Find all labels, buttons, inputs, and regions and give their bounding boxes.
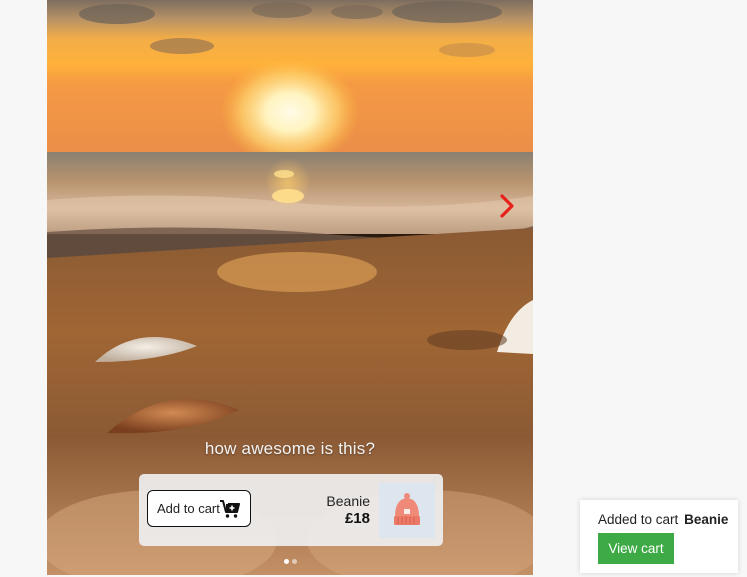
beanie-icon <box>394 493 420 525</box>
slide-indicator <box>47 559 533 564</box>
product-price: £18 <box>344 510 370 527</box>
toast-item-name: Beanie <box>684 512 729 527</box>
page: how awesome is this? Add to cart Beanie … <box>0 0 747 577</box>
toast-message: Added to cart Beanie <box>598 512 728 527</box>
product-thumbnail[interactable] <box>379 483 435 538</box>
chevron-right-icon[interactable] <box>495 192 519 220</box>
story-viewer[interactable]: how awesome is this? Add to cart Beanie … <box>47 0 533 575</box>
slide-dot-active[interactable] <box>283 559 289 564</box>
story-caption: how awesome is this? <box>204 439 376 458</box>
add-to-cart-label: Add to cart <box>157 501 220 516</box>
product-card: Add to cart Beanie £18 <box>139 474 443 546</box>
add-to-cart-icon <box>220 500 240 518</box>
view-cart-button[interactable]: View cart <box>598 533 674 564</box>
add-to-cart-button[interactable]: Add to cart <box>147 490 251 527</box>
added-to-cart-toast: Added to cart Beanie View cart <box>580 500 738 573</box>
product-name: Beanie <box>326 493 370 509</box>
slide-dot[interactable] <box>291 559 297 564</box>
toast-message-text: Added to cart <box>598 512 679 527</box>
